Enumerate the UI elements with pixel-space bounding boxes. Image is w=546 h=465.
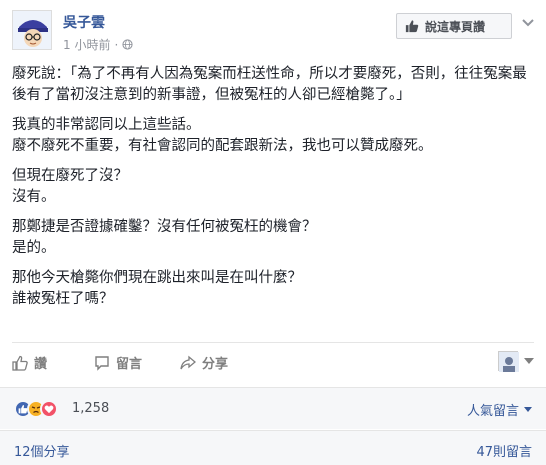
like-label: 讚 (34, 357, 48, 372)
comment-sort-label: 人氣留言 (466, 404, 519, 419)
thumbs-up-icon (12, 355, 28, 371)
share-count-link[interactable]: 12個分享 (14, 441, 70, 460)
reactions-bar: 1,258 人氣留言 (0, 387, 546, 429)
post-timestamp[interactable]: 1 小時前 (63, 36, 110, 53)
comment-button[interactable]: 留言 (94, 353, 142, 372)
post-paragraph: 我真的非常認同以上這些話。 廢不廢死不重要，有社會認同的配套跟新法，我也可以贊成… (12, 117, 433, 154)
like-button[interactable]: 讚 (12, 353, 47, 372)
thumbs-up-icon (405, 20, 419, 33)
post-paragraph: 那鄭捷是否證據確鑿？沒有任何被冤枉的機會？ 是的。 (12, 219, 317, 256)
comment-count-link[interactable]: 47則留言 (476, 441, 532, 460)
footer-bar: 12個分享 47則留言 (0, 430, 546, 465)
action-bar: 讚 留言 分享 (12, 342, 534, 386)
post-meta: 1 小時前 · (63, 36, 133, 53)
viewer-avatar (498, 351, 519, 372)
share-button[interactable]: 分享 (180, 353, 228, 372)
share-label: 分享 (202, 357, 229, 372)
globe-icon[interactable] (122, 39, 133, 50)
like-page-button[interactable]: 說這專頁讚 (396, 13, 512, 39)
heart-icon (40, 400, 58, 418)
author-avatar[interactable] (12, 10, 52, 50)
post-body: 廢死說：「為了不再有人因為冤案而枉送性命，所以才要廢死，否則，往往冤案最後有了當… (12, 64, 534, 310)
post-header: 吳子雲 1 小時前 · 說這專頁讚 (0, 0, 546, 60)
comment-sort-dropdown[interactable]: 人氣留言 (467, 400, 532, 419)
author-name[interactable]: 吳子雲 (63, 12, 105, 32)
share-arrow-icon (180, 355, 196, 369)
reaction-icons[interactable] (14, 400, 58, 418)
reaction-count[interactable]: 1,258 (72, 401, 109, 416)
caret-down-icon (524, 358, 534, 364)
comment-label: 留言 (116, 357, 143, 372)
speech-bubble-icon (95, 355, 109, 371)
like-page-label: 說這專頁讚 (425, 19, 486, 34)
meta-separator: · (114, 37, 119, 52)
chevron-down-icon[interactable] (522, 19, 534, 27)
post-paragraph: 那他今天槍斃你們現在跳出來叫是在叫什麼？ 誰被冤枉了嗎？ (12, 270, 302, 307)
post-paragraph: 廢死說：「為了不再有人因為冤案而枉送性命，所以才要廢死，否則，往往冤案最後有了當… (12, 66, 527, 103)
post-as-selector[interactable] (498, 351, 534, 372)
caret-down-icon (524, 407, 532, 412)
post-paragraph: 但現在廢死了沒？ 沒有。 (12, 168, 128, 205)
